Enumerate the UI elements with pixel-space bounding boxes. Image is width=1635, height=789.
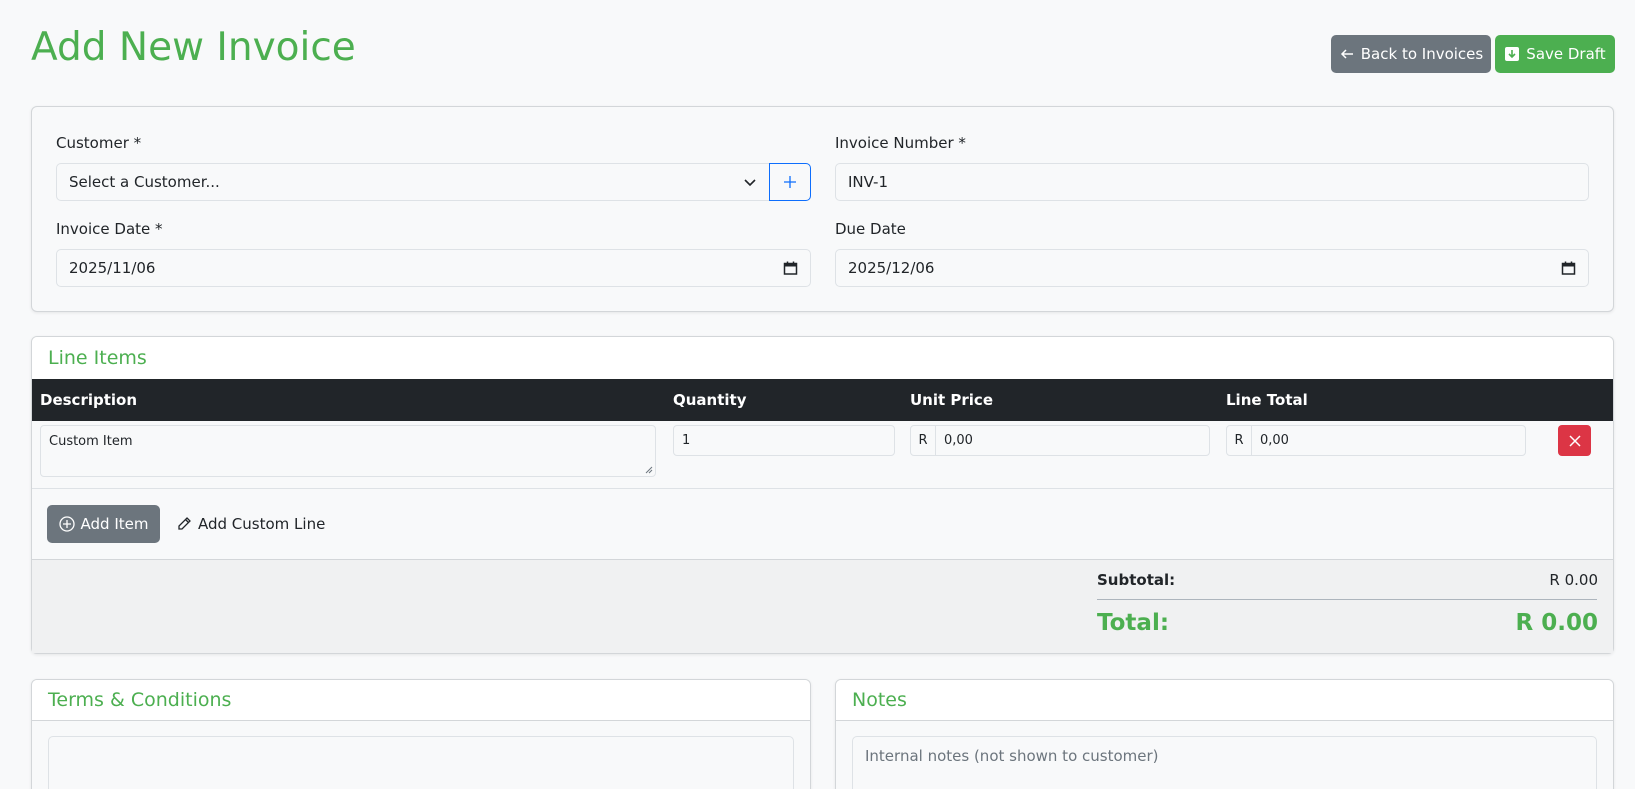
chevron-down-icon bbox=[743, 175, 757, 189]
totals-panel bbox=[32, 559, 1613, 653]
back-button-label: Back to Invoices bbox=[1360, 45, 1484, 63]
back-to-invoices-button[interactable]: Back to Invoices bbox=[1331, 35, 1491, 73]
notes-title: Notes bbox=[836, 680, 1613, 721]
terms-title: Terms & Conditions bbox=[32, 680, 810, 721]
line-items-table-header: Description Quantity Unit Price Line Tot… bbox=[32, 379, 1613, 421]
download-icon bbox=[1505, 47, 1520, 61]
subtotal-label: Subtotal: bbox=[1097, 571, 1176, 589]
terms-card: Terms & Conditions bbox=[31, 679, 811, 789]
line-total-input: 0,00 bbox=[1251, 425, 1526, 456]
subtotal-value: R 0.00 bbox=[1549, 571, 1598, 589]
description-value: Custom Item bbox=[49, 434, 133, 449]
plus-circle-icon bbox=[58, 516, 75, 532]
customer-label: Customer * bbox=[56, 134, 142, 152]
quantity-value: 1 bbox=[682, 433, 691, 448]
page-title: Add New Invoice bbox=[31, 25, 356, 70]
invoice-number-label: Invoice Number * bbox=[835, 134, 966, 152]
column-header-quantity: Quantity bbox=[673, 391, 747, 409]
save-draft-button[interactable]: Save Draft bbox=[1495, 35, 1615, 73]
plus-icon bbox=[784, 176, 796, 188]
pencil-icon bbox=[178, 517, 191, 530]
total-value: R 0.00 bbox=[1515, 610, 1598, 636]
customer-select-value: Select a Customer... bbox=[69, 173, 220, 191]
line-items-title: Line Items bbox=[32, 337, 1613, 379]
notes-placeholder: Internal notes (not shown to customer) bbox=[865, 747, 1159, 765]
line-total-value: 0,00 bbox=[1260, 433, 1289, 448]
column-header-line-total: Line Total bbox=[1226, 391, 1308, 409]
unit-price-input[interactable]: 0,00 bbox=[935, 425, 1210, 456]
row-divider bbox=[32, 488, 1613, 489]
unit-price-currency: R bbox=[910, 425, 936, 456]
quantity-input[interactable]: 1 bbox=[673, 425, 895, 456]
invoice-date-label: Invoice Date * bbox=[56, 220, 163, 238]
due-date-label: Due Date bbox=[835, 220, 906, 238]
total-label: Total: bbox=[1097, 610, 1170, 636]
add-item-label: Add Item bbox=[80, 515, 149, 533]
customer-select[interactable]: Select a Customer... bbox=[56, 163, 770, 201]
add-custom-line-button[interactable]: Add Custom Line bbox=[176, 505, 325, 543]
save-button-label: Save Draft bbox=[1526, 45, 1606, 63]
notes-card: Notes Internal notes (not shown to custo… bbox=[835, 679, 1614, 789]
notes-textarea[interactable]: Internal notes (not shown to customer) bbox=[852, 736, 1597, 789]
column-header-unit-price: Unit Price bbox=[910, 391, 993, 409]
due-date-value: 2025/12/06 bbox=[848, 259, 935, 277]
column-header-description: Description bbox=[40, 391, 138, 409]
terms-textarea[interactable] bbox=[48, 736, 794, 789]
invoice-date-input[interactable]: 2025/11/06 bbox=[56, 249, 811, 287]
calendar-icon[interactable] bbox=[1561, 261, 1576, 276]
add-customer-button[interactable] bbox=[769, 163, 811, 201]
due-date-input[interactable]: 2025/12/06 bbox=[835, 249, 1589, 287]
add-item-button[interactable]: Add Item bbox=[47, 505, 160, 543]
delete-row-button[interactable] bbox=[1558, 425, 1591, 456]
add-custom-line-label: Add Custom Line bbox=[198, 515, 326, 533]
close-icon bbox=[1568, 434, 1581, 447]
unit-price-value: 0,00 bbox=[944, 433, 973, 448]
resize-handle-icon[interactable] bbox=[645, 466, 653, 474]
invoice-number-input[interactable]: INV-1 bbox=[835, 163, 1589, 201]
invoice-number-value: INV-1 bbox=[848, 173, 888, 191]
totals-divider bbox=[1097, 599, 1597, 600]
description-textarea[interactable]: Custom Item bbox=[40, 425, 656, 477]
arrow-left-icon bbox=[1340, 49, 1353, 59]
invoice-date-value: 2025/11/06 bbox=[69, 259, 156, 277]
line-total-currency: R bbox=[1226, 425, 1252, 456]
calendar-icon[interactable] bbox=[783, 261, 798, 276]
